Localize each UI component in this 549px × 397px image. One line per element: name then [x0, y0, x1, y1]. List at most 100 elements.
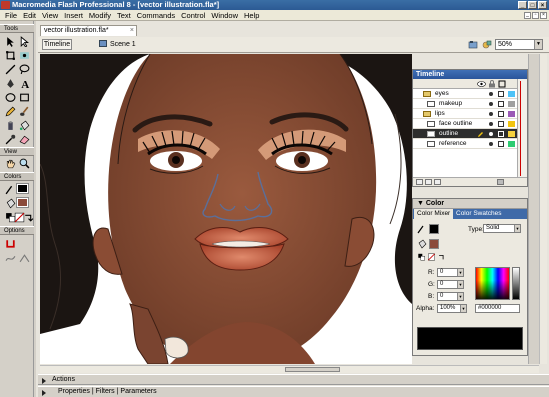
- hand-tool-icon[interactable]: [4, 157, 17, 169]
- visibility-dot[interactable]: [489, 112, 493, 116]
- tab-color-swatches[interactable]: Color Swatches: [453, 209, 505, 219]
- smooth-icon[interactable]: [4, 252, 17, 264]
- layer-row-makeup[interactable]: makeup: [413, 99, 527, 109]
- zoom-tool-icon[interactable]: [18, 157, 31, 169]
- stroke-color-swatch[interactable]: [429, 224, 439, 234]
- paint-bucket-tool-icon[interactable]: [18, 119, 31, 131]
- actions-panel-bar[interactable]: Actions: [38, 374, 549, 385]
- scrollbar-thumb[interactable]: [285, 367, 340, 372]
- snap-to-objects-icon[interactable]: [4, 237, 17, 249]
- alpha-value-field[interactable]: 100% ▼: [437, 304, 467, 313]
- minimize-button[interactable]: _: [518, 1, 527, 9]
- oval-tool-icon[interactable]: [4, 91, 17, 103]
- g-value-field[interactable]: 0 ▼: [437, 280, 464, 289]
- hex-value-field[interactable]: #000000: [475, 304, 520, 313]
- menu-view[interactable]: View: [39, 11, 61, 20]
- close-button[interactable]: ×: [538, 1, 547, 9]
- rectangle-tool-icon[interactable]: [18, 91, 31, 103]
- eraser-tool-icon[interactable]: [18, 133, 31, 145]
- visibility-dot[interactable]: [489, 132, 493, 136]
- lock-icon[interactable]: [488, 80, 496, 88]
- timeline-toggle-button[interactable]: Timeline: [42, 39, 72, 50]
- doc-close-button[interactable]: ×: [540, 11, 547, 19]
- horizontal-scrollbar[interactable]: [40, 365, 539, 373]
- visibility-dot[interactable]: [489, 122, 493, 126]
- zoom-select[interactable]: 50% ▼: [495, 39, 543, 50]
- close-tab-icon[interactable]: ×: [130, 26, 134, 36]
- edit-symbols-icon[interactable]: [482, 40, 492, 49]
- layer-row-face-outline[interactable]: face outline: [413, 119, 527, 129]
- stroke-color-icon[interactable]: [417, 224, 427, 234]
- stage-canvas[interactable]: [40, 54, 412, 364]
- menu-window[interactable]: Window: [208, 11, 241, 20]
- pencil-tool-icon[interactable]: [4, 105, 17, 117]
- outline-square[interactable]: [498, 131, 504, 137]
- straighten-icon[interactable]: [18, 252, 31, 264]
- fill-color-swatch[interactable]: [16, 197, 29, 208]
- vertical-scrollbar[interactable]: [539, 54, 547, 364]
- fill-color-swatch[interactable]: [429, 239, 439, 249]
- scene-breadcrumb[interactable]: Scene 1: [99, 39, 136, 50]
- menu-insert[interactable]: Insert: [61, 11, 86, 20]
- color-panel-header[interactable]: ▼ Color: [413, 199, 527, 209]
- ink-bottle-tool-icon[interactable]: [4, 119, 17, 131]
- outline-square[interactable]: [498, 91, 504, 97]
- tab-properties[interactable]: Properties: [52, 388, 90, 395]
- fill-transform-tool-icon[interactable]: [18, 49, 31, 61]
- b-value-field[interactable]: 0 ▼: [437, 292, 464, 301]
- outline-square[interactable]: [498, 101, 504, 107]
- fill-color-icon[interactable]: [417, 239, 427, 249]
- tab-filters[interactable]: Filters: [96, 388, 115, 395]
- swap-colors-icon[interactable]: [437, 253, 446, 261]
- edit-scene-icon[interactable]: [468, 40, 478, 49]
- timeline-title[interactable]: Timeline: [413, 70, 527, 79]
- menu-text[interactable]: Text: [114, 11, 134, 20]
- menu-edit[interactable]: Edit: [20, 11, 39, 20]
- add-guide-layer-icon[interactable]: [425, 179, 432, 185]
- text-tool-icon[interactable]: A: [18, 77, 31, 89]
- document-tab[interactable]: vector illustration.fla* ×: [40, 25, 137, 36]
- stroke-color-swatch[interactable]: [16, 183, 29, 194]
- menu-modify[interactable]: Modify: [86, 11, 114, 20]
- menu-help[interactable]: Help: [241, 11, 262, 20]
- layer-row-reference[interactable]: reference: [413, 139, 527, 149]
- fill-color-icon[interactable]: [4, 197, 17, 209]
- visibility-dot[interactable]: [489, 102, 493, 106]
- visibility-dot[interactable]: [489, 92, 493, 96]
- menu-control[interactable]: Control: [178, 11, 208, 20]
- color-spectrum[interactable]: [475, 267, 510, 300]
- insert-layer-icon[interactable]: [416, 179, 423, 185]
- free-transform-tool-icon[interactable]: [4, 49, 17, 61]
- swap-colors-icon[interactable]: [22, 211, 35, 223]
- outline-toggle-icon[interactable]: [498, 80, 506, 88]
- menu-commands[interactable]: Commands: [134, 11, 178, 20]
- fill-type-select[interactable]: Solid ▼: [483, 224, 521, 233]
- lasso-tool-icon[interactable]: [18, 63, 31, 75]
- stroke-color-icon[interactable]: [4, 183, 17, 195]
- brightness-slider[interactable]: [512, 267, 520, 300]
- insert-folder-icon[interactable]: [434, 179, 441, 185]
- eye-icon[interactable]: [477, 80, 486, 88]
- selection-tool-icon[interactable]: [4, 35, 17, 47]
- brush-tool-icon[interactable]: [18, 105, 31, 117]
- no-color-icon[interactable]: [427, 253, 436, 261]
- tab-color-mixer[interactable]: Color Mixer: [414, 209, 454, 219]
- outline-square[interactable]: [498, 111, 504, 117]
- black-white-icon[interactable]: [417, 253, 426, 261]
- eyedropper-tool-icon[interactable]: [4, 133, 17, 145]
- layer-row-lips[interactable]: lips: [413, 109, 527, 119]
- line-tool-icon[interactable]: [4, 63, 17, 75]
- timeline-frames[interactable]: [517, 79, 527, 178]
- outline-square[interactable]: [498, 121, 504, 127]
- subselection-tool-icon[interactable]: [18, 35, 31, 47]
- menu-file[interactable]: File: [2, 11, 20, 20]
- tab-parameters[interactable]: Parameters: [120, 388, 156, 395]
- doc-restore-button[interactable]: ▫: [532, 11, 539, 19]
- layer-row-outline[interactable]: outline: [413, 129, 527, 139]
- outline-square[interactable]: [498, 141, 504, 147]
- delete-layer-icon[interactable]: [497, 179, 504, 185]
- pen-tool-icon[interactable]: [4, 77, 17, 89]
- visibility-dot[interactable]: [489, 142, 493, 146]
- layer-row-eyes[interactable]: eyes: [413, 89, 527, 99]
- r-value-field[interactable]: 0 ▼: [437, 268, 464, 277]
